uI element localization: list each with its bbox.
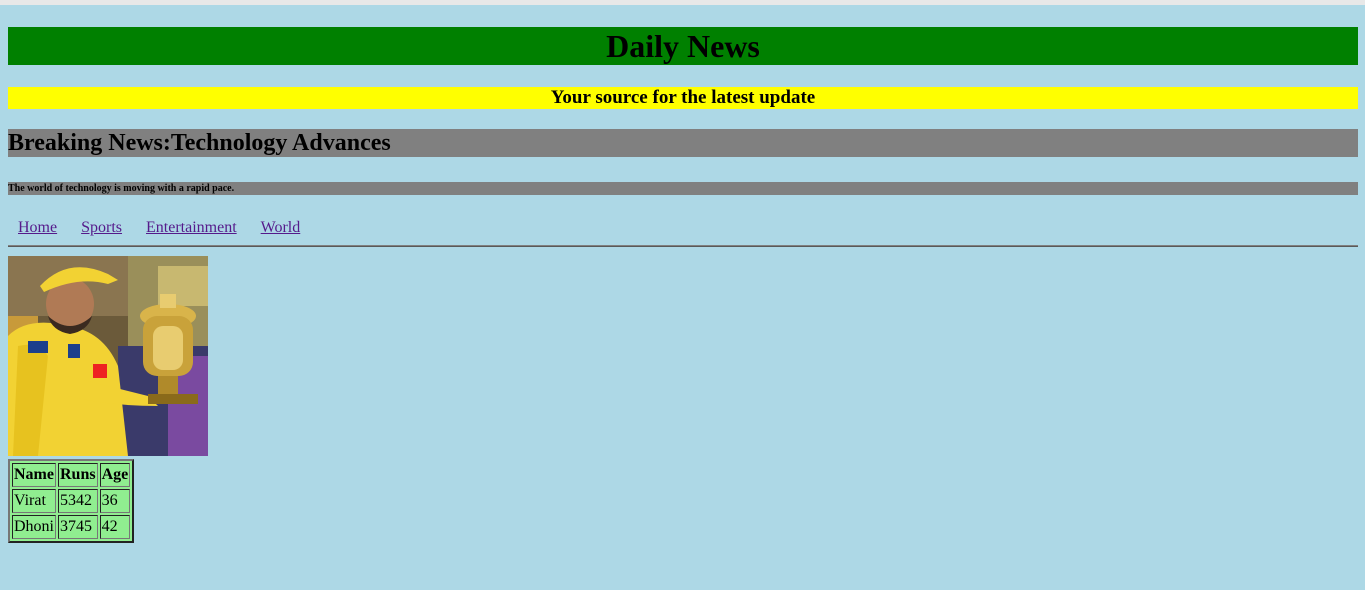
nav-link-sports[interactable]: Sports [81, 219, 122, 239]
table-header-age: Age [99, 463, 131, 487]
table-header-name: Name [12, 463, 56, 487]
cricket-captain-trophy-photo-icon [8, 256, 208, 456]
main-nav: Home Sports Entertainment World [8, 219, 314, 239]
breaking-news-blurb: The world of technology is moving with a… [8, 182, 1358, 195]
nav-link-entertainment[interactable]: Entertainment [146, 219, 237, 239]
tagline: Your source for the latest update [8, 87, 1358, 109]
table-cell-name: Dhoni [12, 515, 56, 539]
table-header-row: Name Runs Age [12, 463, 131, 487]
browser-top-strip [0, 0, 1365, 5]
table-row: Virat 5342 36 [12, 489, 131, 513]
table-cell-runs: 3745 [58, 515, 98, 539]
page-title: Daily News [8, 27, 1358, 65]
table-cell-runs: 5342 [58, 489, 98, 513]
nav-link-home[interactable]: Home [18, 219, 57, 239]
news-photo [8, 256, 208, 456]
horizontal-rule [8, 245, 1358, 247]
table-header-runs: Runs [58, 463, 98, 487]
table-cell-name: Virat [12, 489, 56, 513]
table-cell-age: 42 [99, 515, 131, 539]
breaking-news-headline: Breaking News:Technology Advances [8, 129, 1358, 157]
player-stats-table: Name Runs Age Virat 5342 36 Dhoni 3745 4… [8, 459, 135, 543]
table-cell-age: 36 [99, 489, 131, 513]
nav-link-world[interactable]: World [261, 219, 301, 239]
table-row: Dhoni 3745 42 [12, 515, 131, 539]
